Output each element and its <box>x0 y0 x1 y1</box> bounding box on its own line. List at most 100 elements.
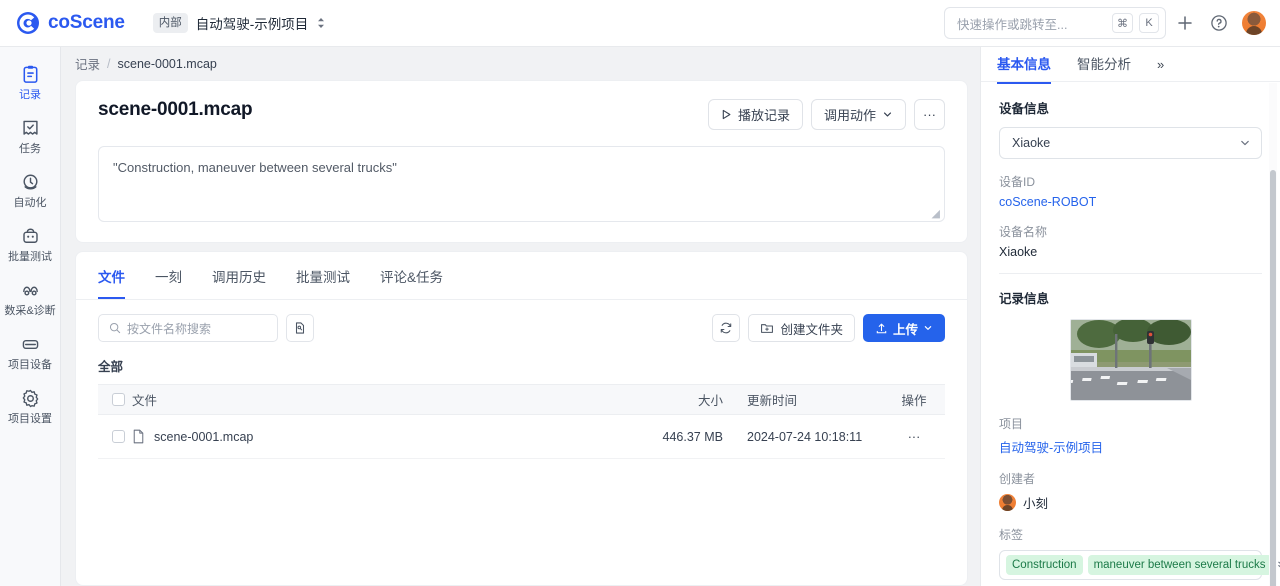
more-options-button[interactable]: ··· <box>914 99 945 130</box>
sidebar-item-tasks[interactable]: 任务 <box>0 109 61 163</box>
device-select-value: Xiaoke <box>1012 136 1051 150</box>
device-id-link[interactable]: coScene-ROBOT <box>999 195 1262 209</box>
tab-comments-tasks[interactable]: 评论&任务 <box>380 252 443 299</box>
record-title-row: scene-0001.mcap 播放记录 调用动作 ··· <box>98 99 945 130</box>
gear-icon <box>20 388 41 409</box>
row-updated-time: 2024-07-24 10:18:11 <box>747 429 863 444</box>
breadcrumb-root[interactable]: 记录 <box>75 54 100 73</box>
file-group-label: 全部 <box>98 360 124 374</box>
project-name: 自动驾驶-示例项目 <box>195 17 309 32</box>
brand-name: coScene <box>48 12 125 33</box>
tab-smart-analysis[interactable]: 智能分析 <box>1077 44 1131 84</box>
expand-panel-icon[interactable]: » <box>1157 57 1164 72</box>
clipboard-icon <box>20 64 41 85</box>
column-header-size[interactable]: 大小 <box>631 390 723 409</box>
global-search[interactable]: 快速操作或跳转至... ⌘ K <box>944 7 1166 39</box>
chevron-expand-icon[interactable] <box>1277 559 1280 571</box>
record-header-card: scene-0001.mcap 播放记录 调用动作 ··· "Construct… <box>75 80 968 243</box>
record-thumbnail[interactable] <box>1069 319 1192 401</box>
checkbox[interactable] <box>111 430 125 443</box>
details-panel-tabs: 基本信息 智能分析 » <box>981 44 1280 84</box>
device-select[interactable]: Xiaoke <box>999 127 1262 159</box>
creator-name: 小刻 <box>1023 497 1049 511</box>
row-checkbox[interactable] <box>98 430 132 443</box>
sidebar-item-project-devices[interactable]: 项目设备 <box>0 325 61 379</box>
play-record-label: 播放记录 <box>737 108 790 123</box>
invoke-action-button[interactable]: 调用动作 <box>810 99 906 130</box>
divider <box>999 273 1262 274</box>
sidebar-item-label: 项目设备 <box>8 359 52 371</box>
record-thumbnail-wrap <box>999 319 1262 401</box>
details-panel-body: 设备信息 Xiaoke 设备ID coScene-ROBOT 设备名称 Xiao… <box>981 82 1280 586</box>
coscene-logo-icon <box>16 11 40 35</box>
sidebar-item-label: 批量测试 <box>8 251 52 263</box>
chevron-down-icon <box>923 323 933 333</box>
tab-label: 文件 <box>98 270 125 285</box>
tag-chip[interactable]: Construction <box>1006 555 1083 575</box>
sidebar-item-label: 任务 <box>19 143 41 155</box>
table-header-row: 文件 大小 更新时间 操作 <box>98 384 945 415</box>
device-name-value: Xiaoke <box>999 245 1038 259</box>
content-tabs: 文件 一刻 调用历史 批量测试 评论&任务 <box>76 252 967 300</box>
project-switcher[interactable]: 内部 自动驾驶-示例项目 <box>152 13 327 33</box>
record-description-field[interactable]: "Construction, maneuver between several … <box>98 146 945 222</box>
record-description-text: "Construction, maneuver between several … <box>113 160 397 175</box>
sidebar-item-label: 自动化 <box>13 197 47 209</box>
play-record-button[interactable]: 播放记录 <box>707 99 803 130</box>
tab-batch-test[interactable]: 批量测试 <box>296 252 350 299</box>
refresh-icon <box>719 321 733 335</box>
checkbox[interactable] <box>111 393 125 406</box>
tag-chip[interactable]: maneuver between several trucks <box>1087 555 1272 575</box>
device-icon <box>20 334 41 355</box>
create-folder-label: 创建文件夹 <box>780 322 843 337</box>
row-file-cell: scene-0001.mcap <box>132 429 631 444</box>
row-file-name[interactable]: scene-0001.mcap <box>154 430 253 444</box>
folder-plus-icon <box>760 321 774 335</box>
creator-avatar <box>999 494 1016 511</box>
avatar[interactable] <box>1242 11 1266 35</box>
file-icon <box>132 429 145 444</box>
page-title: scene-0001.mcap <box>98 99 253 120</box>
kbd-k: K <box>1139 13 1159 33</box>
breadcrumb-current: scene-0001.mcap <box>117 56 217 71</box>
ellipsis-icon: ··· <box>923 107 936 122</box>
plus-icon[interactable] <box>1170 8 1200 38</box>
invoke-action-label: 调用动作 <box>823 108 876 123</box>
create-folder-button[interactable]: 创建文件夹 <box>748 314 855 342</box>
body: 记录 任务 自动化 批量测试 数采&诊断 项目设备 项目设置 记录 / scen… <box>0 47 1280 586</box>
sidebar-item-records[interactable]: 记录 <box>0 55 61 109</box>
sidebar-item-label: 项目设置 <box>8 413 52 425</box>
tab-files[interactable]: 文件 <box>98 252 125 299</box>
global-search-input[interactable]: 快速操作或跳转至... <box>957 14 1106 33</box>
tab-moments[interactable]: 一刻 <box>155 252 182 299</box>
record-info-heading: 记录信息 <box>999 292 1050 306</box>
column-header-updated[interactable]: 更新时间 <box>723 390 883 409</box>
help-circle-icon[interactable] <box>1204 8 1234 38</box>
file-search-input[interactable]: 按文件名称搜索 <box>98 314 278 342</box>
refresh-button[interactable] <box>712 314 741 342</box>
task-check-icon <box>20 118 41 139</box>
resize-grip-icon[interactable]: ◢ <box>932 207 940 220</box>
upload-button[interactable]: 上传 <box>862 314 945 342</box>
tab-label: 智能分析 <box>1077 57 1131 72</box>
tab-label: 批量测试 <box>296 270 350 285</box>
tags-field[interactable]: Construction maneuver between several tr… <box>999 550 1280 580</box>
chevron-updown-icon <box>316 16 326 30</box>
sidebar-item-project-settings[interactable]: 项目设置 <box>0 379 61 433</box>
row-actions-button[interactable]: ··· <box>883 430 945 444</box>
table-row[interactable]: scene-0001.mcap 446.37 MB 2024-07-24 10:… <box>98 415 945 459</box>
tab-label: 评论&任务 <box>380 270 444 285</box>
tab-basic-info[interactable]: 基本信息 <box>997 44 1051 84</box>
tab-invoke-history[interactable]: 调用历史 <box>212 252 266 299</box>
sidebar-item-collection-diagnostics[interactable]: 数采&诊断 <box>0 271 61 325</box>
brand-logo-group[interactable]: coScene <box>16 11 125 35</box>
tags-label: 标签 <box>999 528 1024 542</box>
project-link[interactable]: 自动驾驶-示例项目 <box>999 437 1262 456</box>
details-scrollbar[interactable] <box>1270 170 1276 586</box>
sidebar: 记录 任务 自动化 批量测试 数采&诊断 项目设备 项目设置 <box>0 47 61 586</box>
file-copy-icon[interactable] <box>286 314 314 342</box>
column-header-file[interactable]: 文件 <box>132 390 631 409</box>
sidebar-item-batch-test[interactable]: 批量测试 <box>0 217 61 271</box>
sidebar-item-automation[interactable]: 自动化 <box>0 163 61 217</box>
select-all-checkbox[interactable] <box>98 393 132 406</box>
